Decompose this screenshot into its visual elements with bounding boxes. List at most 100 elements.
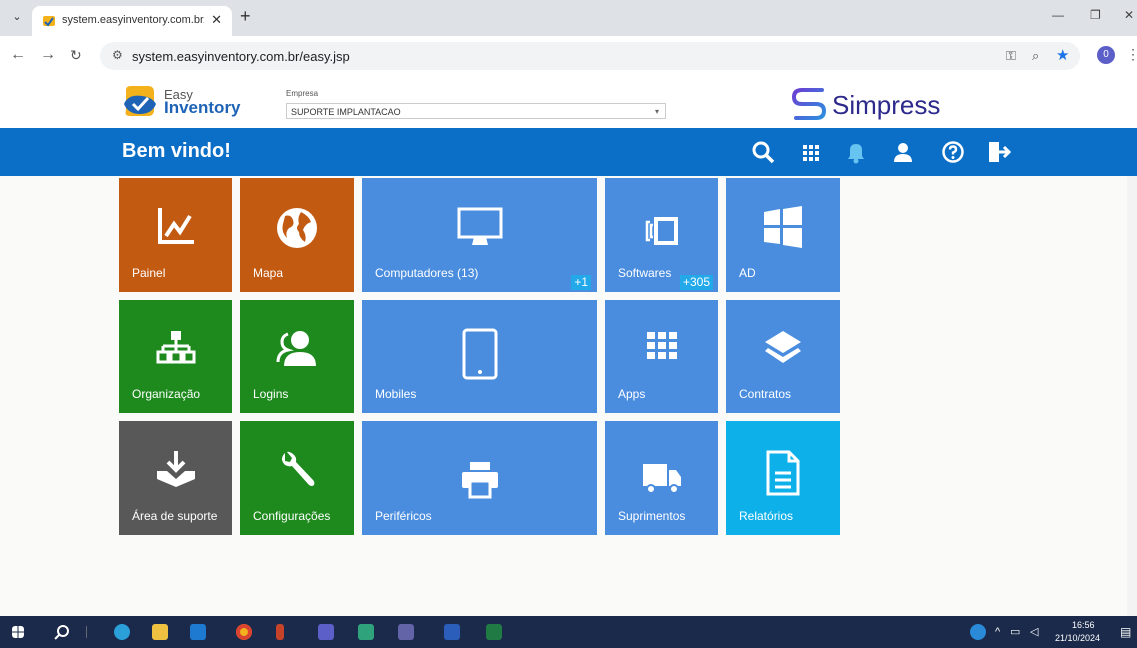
volume-icon[interactable]: ◁	[1030, 625, 1038, 638]
app-pin-icon[interactable]	[276, 624, 284, 640]
printer-icon	[461, 462, 498, 499]
zoom-icon[interactable]: ⌕	[1032, 48, 1039, 64]
software-icon	[645, 217, 678, 245]
edge-icon[interactable]	[114, 624, 130, 640]
tile-label: Apps	[618, 387, 646, 401]
tile-relatorios[interactable]: Relatórios	[726, 421, 840, 535]
chevron-down-icon: ▾	[654, 107, 659, 116]
browser-tabstrip: ⌄ system.easyinventory.com.br/e ✕ + — ❐ …	[0, 0, 1137, 36]
top-navbar: Bem vindo!	[0, 128, 1137, 176]
tablet-icon	[462, 328, 497, 380]
tile-label: Painel	[132, 266, 166, 280]
tile-label: Configurações	[253, 509, 331, 523]
simpress-s-icon	[791, 88, 827, 120]
site-favicon-icon	[43, 16, 55, 27]
new-computers-badge: +1	[571, 275, 591, 290]
tile-label: Computadores (13)	[375, 266, 479, 280]
tile-logins[interactable]: Logins	[240, 300, 354, 413]
tab-close-icon[interactable]: ✕	[211, 12, 222, 28]
password-key-icon[interactable]: ⚿	[1006, 48, 1016, 64]
tile-painel[interactable]: Painel	[119, 178, 232, 292]
tile-label: Mobiles	[375, 387, 417, 401]
empresa-value: SUPORTE IMPLANTACAO	[291, 107, 401, 117]
tile-label: Relatórios	[739, 509, 794, 523]
tile-suprimentos[interactable]: Suprimentos	[605, 421, 718, 535]
notifications-icon[interactable]: ▤	[1120, 625, 1131, 639]
tile-mobiles[interactable]: Mobiles	[362, 300, 597, 413]
tile-perifericos[interactable]: Periféricos	[362, 421, 597, 535]
tile-label: Suprimentos	[618, 509, 686, 523]
truck-icon	[642, 464, 681, 494]
minimize-icon[interactable]: —	[1052, 8, 1064, 22]
help-icon[interactable]	[940, 139, 966, 165]
new-softwares-badge: +305	[680, 275, 714, 290]
tile-label: Organização	[132, 387, 201, 401]
tile-softwares[interactable]: Softwares +305	[605, 178, 718, 292]
wrench-icon	[282, 451, 315, 486]
tile-organizacao[interactable]: Organização	[119, 300, 232, 413]
download-tray-icon	[156, 451, 195, 487]
tab-search-icon[interactable]: ⌄	[8, 8, 26, 26]
tile-label: Periféricos	[375, 509, 432, 523]
profile-avatar[interactable]: 0	[1097, 46, 1115, 64]
new-tab-button[interactable]: +	[240, 6, 251, 27]
empresa-select[interactable]: SUPORTE IMPLANTACAO ▾	[286, 103, 666, 119]
tile-contratos[interactable]: Contratos	[726, 300, 840, 413]
tile-label: Softwares	[618, 266, 672, 280]
user-icon[interactable]	[890, 139, 916, 165]
easy-inventory-logo[interactable]: Easy Inventory	[122, 84, 252, 122]
tile-apps[interactable]: Apps	[605, 300, 718, 413]
app-green-icon[interactable]	[358, 624, 374, 640]
easy-inventory-logo-icon	[124, 86, 156, 116]
tab-title: system.easyinventory.com.br/e	[62, 14, 204, 26]
windows-taskbar: ^ ▭ ◁ 16:56 21/10/2024 ▤	[0, 616, 1137, 648]
tile-ad[interactable]: AD	[726, 178, 840, 292]
windows-start-icon[interactable]	[12, 626, 24, 638]
browser-tab[interactable]: system.easyinventory.com.br/e ✕	[32, 6, 232, 36]
users-icon	[276, 331, 316, 366]
close-window-icon[interactable]: ✕	[1124, 8, 1134, 22]
clock-date[interactable]: 21/10/2024	[1055, 633, 1100, 643]
document-icon	[766, 450, 800, 496]
forward-icon[interactable]: →	[40, 46, 56, 64]
teams-icon[interactable]	[318, 624, 334, 640]
org-chart-icon	[156, 331, 195, 364]
tile-configuracoes[interactable]: Configurações	[240, 421, 354, 535]
search-icon[interactable]	[750, 139, 776, 165]
site-settings-icon[interactable]: ⚙	[112, 48, 123, 62]
menu-kebab-icon[interactable]: ⋮	[1126, 46, 1137, 63]
teams-classic-icon[interactable]	[398, 624, 414, 640]
tile-label: Área de suporte	[132, 509, 218, 523]
excel-icon[interactable]	[486, 624, 502, 640]
restore-icon[interactable]: ❐	[1090, 8, 1101, 22]
url-text[interactable]: system.easyinventory.com.br/easy.jsp	[132, 49, 350, 64]
apps-grid-icon[interactable]	[798, 139, 824, 165]
help-tray-icon[interactable]	[970, 624, 986, 640]
simpress-text: Simpress	[832, 90, 941, 120]
clock-time[interactable]: 16:56	[1072, 620, 1095, 630]
logo-text-inventory: Inventory	[164, 98, 241, 117]
file-explorer-icon[interactable]	[152, 624, 168, 640]
omnibox[interactable]: ⚙ system.easyinventory.com.br/easy.jsp ⚿…	[100, 42, 1080, 70]
chrome-icon[interactable]	[236, 624, 252, 640]
network-icon[interactable]: ▭	[1010, 625, 1020, 638]
logout-icon[interactable]	[985, 139, 1011, 165]
outlook-icon[interactable]	[190, 624, 206, 640]
tile-label: AD	[739, 266, 756, 280]
word-icon[interactable]	[444, 624, 460, 640]
address-bar-row: ← → ↻ ⚙ system.easyinventory.com.br/easy…	[0, 36, 1137, 77]
empresa-label: Empresa	[286, 89, 319, 98]
back-icon[interactable]: ←	[10, 46, 26, 64]
tile-label: Contratos	[739, 387, 792, 401]
apps-grid-icon	[646, 332, 677, 359]
page-scrollbar[interactable]	[1127, 176, 1137, 616]
tile-area-de-suporte[interactable]: Área de suporte	[119, 421, 232, 535]
bookmark-star-icon[interactable]: ★	[1056, 46, 1069, 64]
tray-overflow-icon[interactable]: ^	[995, 626, 1000, 638]
reload-icon[interactable]: ↻	[70, 47, 82, 64]
taskbar-search-icon[interactable]	[54, 624, 70, 640]
tile-computadores[interactable]: Computadores (13) +1	[362, 178, 597, 292]
bell-icon[interactable]	[843, 139, 869, 165]
tile-mapa[interactable]: Mapa	[240, 178, 354, 292]
tile-label: Logins	[253, 387, 289, 401]
